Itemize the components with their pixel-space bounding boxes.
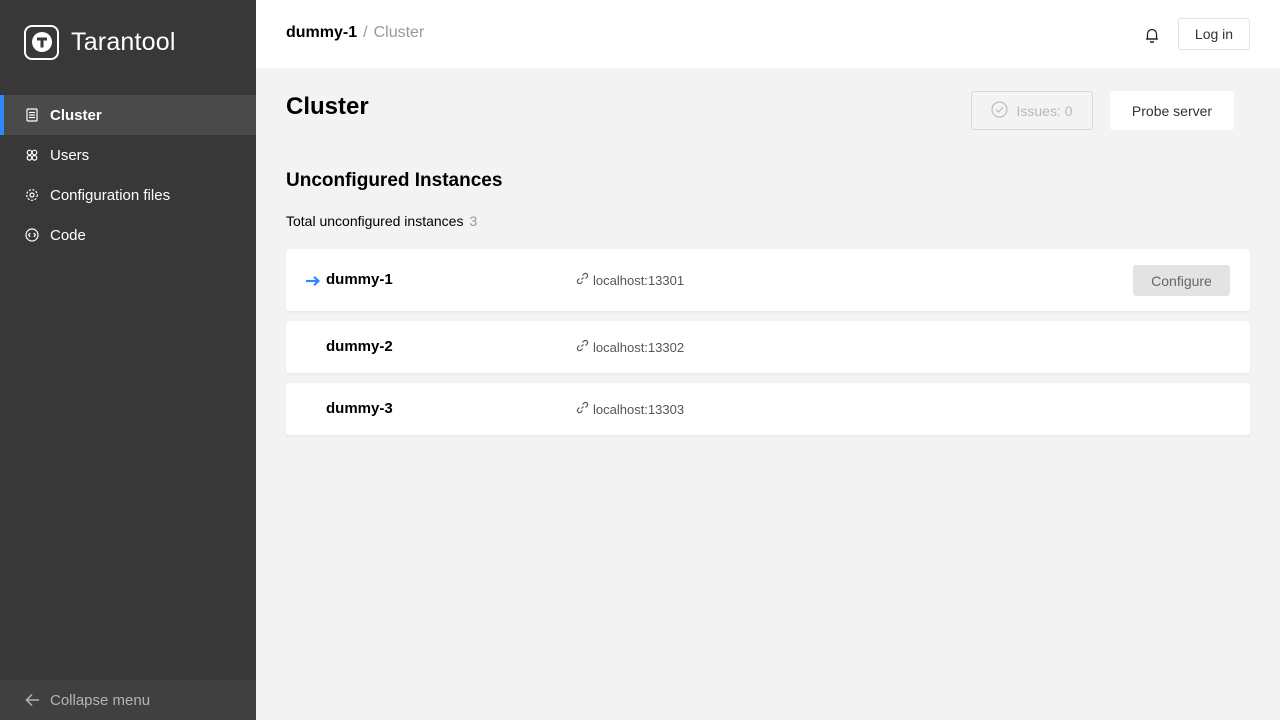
instance-uri: localhost:13303 xyxy=(576,401,684,417)
breadcrumb: dummy-1 / Cluster xyxy=(286,24,424,42)
sidebar-item-label: Code xyxy=(50,226,86,244)
gear-icon xyxy=(24,187,40,203)
sidebar-item-users[interactable]: Users xyxy=(0,135,256,175)
instance-card: dummy-2 localhost:13302 xyxy=(286,321,1250,373)
instance-name: dummy-2 xyxy=(326,338,393,355)
link-icon xyxy=(576,272,593,288)
issues-label: Issues: 0 xyxy=(1016,102,1073,119)
instance-card: dummy-1 localhost:13301 Configure xyxy=(286,249,1250,311)
configure-button[interactable]: Configure xyxy=(1133,265,1230,296)
instance-uri: localhost:13302 xyxy=(576,339,684,355)
instance-uri-text: localhost:13303 xyxy=(593,401,685,417)
total-unconfigured: Total unconfigured instances 3 xyxy=(286,213,477,229)
code-icon xyxy=(24,227,40,243)
cluster-icon xyxy=(24,107,40,123)
check-circle-icon xyxy=(991,100,1016,121)
sidebar-item-label: Cluster xyxy=(50,106,102,124)
sidebar-item-configuration-files[interactable]: Configuration files xyxy=(0,175,256,215)
sidebar-item-code[interactable]: Code xyxy=(0,215,256,255)
logo[interactable]: Tarantool xyxy=(24,24,176,60)
probe-server-button[interactable]: Probe server xyxy=(1110,91,1234,130)
total-count: 3 xyxy=(469,213,478,229)
collapse-menu-label: Collapse menu xyxy=(50,691,151,709)
total-label: Total unconfigured instances xyxy=(286,213,464,229)
bell-icon[interactable] xyxy=(1143,26,1161,44)
instance-uri-text: localhost:13301 xyxy=(593,272,685,288)
users-icon xyxy=(24,147,40,163)
top-header: dummy-1 / Cluster Log in xyxy=(256,0,1280,68)
sidebar-nav: Cluster Users Configuration files Code xyxy=(0,95,256,255)
sidebar: Tarantool Cluster Users Configuration fi… xyxy=(0,0,256,720)
link-icon xyxy=(576,401,593,417)
breadcrumb-page: Cluster xyxy=(373,24,425,41)
breadcrumb-separator: / xyxy=(363,24,368,41)
login-button[interactable]: Log in xyxy=(1178,18,1250,50)
sidebar-item-label: Users xyxy=(50,146,90,164)
arrow-left-icon xyxy=(24,692,40,708)
logo-text: Tarantool xyxy=(71,27,176,56)
instance-name: dummy-1 xyxy=(326,271,393,288)
instance-name: dummy-3 xyxy=(326,400,393,417)
collapse-menu-button[interactable]: Collapse menu xyxy=(0,680,256,720)
page-title: Cluster xyxy=(286,93,369,120)
section-title: Unconfigured Instances xyxy=(286,170,503,191)
current-instance-arrow-icon xyxy=(305,274,321,287)
sidebar-item-label: Configuration files xyxy=(50,186,171,204)
tarantool-logo-icon xyxy=(24,24,59,60)
instance-uri-text: localhost:13302 xyxy=(593,339,685,355)
sidebar-item-cluster[interactable]: Cluster xyxy=(0,95,256,135)
issues-button: Issues: 0 xyxy=(971,91,1093,130)
instance-card: dummy-3 localhost:13303 xyxy=(286,383,1250,435)
breadcrumb-instance[interactable]: dummy-1 xyxy=(286,24,357,42)
link-icon xyxy=(576,339,593,355)
instance-uri: localhost:13301 xyxy=(576,272,684,288)
